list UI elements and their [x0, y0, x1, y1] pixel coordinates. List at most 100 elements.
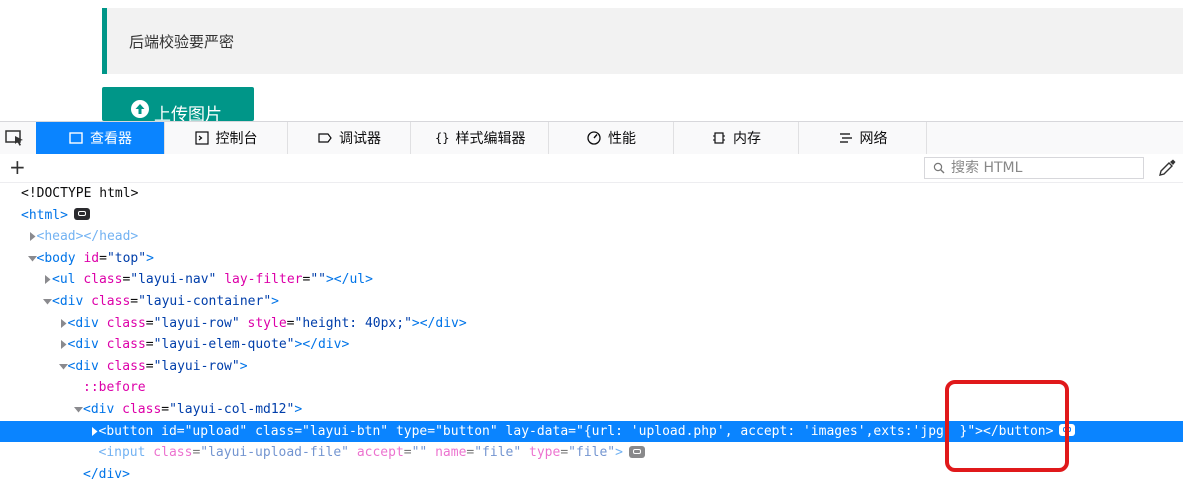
- node-markup: <button id="upload" class="layui-btn" ty…: [99, 421, 1076, 442]
- tree-node[interactable]: <div class="layui-elem-quote"></div>: [0, 334, 1183, 355]
- markup-val: "layui-upload-file": [200, 445, 349, 461]
- element-picker-icon[interactable]: [4, 128, 26, 148]
- markup-txt: =: [403, 445, 412, 461]
- markup-val: "layui-container": [138, 294, 272, 309]
- search-html-box[interactable]: [924, 157, 1144, 179]
- markup-attr: class: [83, 272, 123, 288]
- markup-txt: [349, 445, 357, 460]
- collapsed-triangle-icon[interactable]: [89, 421, 99, 442]
- markup-txt: =: [560, 445, 569, 461]
- tab-console[interactable]: 控制台: [164, 122, 287, 154]
- markup-val: "top": [106, 250, 147, 266]
- markup-txt: [521, 445, 529, 460]
- markup-txt: =: [145, 315, 154, 331]
- performance-icon: [586, 130, 602, 146]
- tab-label: 网络: [859, 131, 888, 147]
- markup-txt: [83, 294, 91, 309]
- expanded-triangle-icon[interactable]: [42, 291, 52, 312]
- expanded-triangle-icon[interactable]: [73, 399, 83, 420]
- style-editor-icon: {}: [434, 130, 450, 146]
- tab-inspector[interactable]: 查看器: [36, 122, 164, 154]
- tree-node[interactable]: <body id="top">: [0, 248, 1183, 269]
- event-badge-icon[interactable]: [73, 208, 90, 221]
- inspector-search-row: +: [0, 154, 1183, 183]
- markup-attr: class: [153, 445, 193, 461]
- markup-val: "": [310, 272, 326, 288]
- markup-txt: [240, 316, 248, 331]
- markup-val: "layui-btn": [302, 423, 389, 439]
- markup-val: "layui-row": [153, 315, 240, 331]
- markup-tag: </div>: [83, 466, 130, 482]
- markup-txt: <!DOCTYPE html>: [21, 186, 139, 201]
- collapsed-triangle-icon[interactable]: [27, 226, 37, 247]
- add-node-icon[interactable]: +: [9, 157, 26, 177]
- markup-txt: =: [427, 423, 436, 439]
- markup-txt: =: [145, 358, 154, 374]
- upload-image-button[interactable]: 上传图片: [102, 87, 254, 121]
- console-icon: [194, 130, 210, 146]
- markup-tag: <button: [98, 423, 154, 439]
- node-markup: <div class="layui-container">: [52, 291, 279, 312]
- node-markup: ::before: [83, 377, 146, 398]
- devtools-toolbar: 查看器 控制台 调试器 {} 样式编辑器 性能 内存 网络: [0, 121, 1183, 155]
- tab-memory[interactable]: 内存: [674, 122, 798, 154]
- memory-icon: [711, 130, 727, 146]
- tree-node[interactable]: <!DOCTYPE html>: [0, 183, 1183, 204]
- tab-label: 样式编辑器: [455, 131, 526, 147]
- tree-node[interactable]: <div class="layui-container">: [0, 291, 1183, 312]
- collapsed-triangle-icon[interactable]: [58, 313, 68, 334]
- search-html-input[interactable]: [951, 159, 1137, 177]
- tree-node[interactable]: <head></head>: [0, 226, 1183, 247]
- markup-tag: >: [146, 250, 154, 266]
- node-markup: <input class="layui-upload-file" accept=…: [99, 442, 645, 463]
- markup-attr: type: [395, 423, 428, 439]
- markup-tag: >: [615, 445, 623, 461]
- tab-debugger[interactable]: 调试器: [288, 122, 410, 154]
- tab-label: 内存: [733, 131, 761, 147]
- node-markup: <html>: [21, 205, 90, 226]
- tree-node[interactable]: <ul class="layui-nav" lay-filter=""></ul…: [0, 269, 1183, 290]
- node-markup: <head></head>: [37, 226, 139, 247]
- collapsed-triangle-icon[interactable]: [42, 269, 52, 290]
- markup-txt: =: [176, 423, 185, 439]
- tree-node[interactable]: <div class="layui-row">: [0, 356, 1183, 377]
- collapsed-triangle-icon[interactable]: [58, 334, 68, 355]
- upload-cloud-icon: [131, 100, 149, 118]
- markup-tag: >: [294, 402, 303, 417]
- node-markup: <body id="top">: [37, 248, 154, 269]
- eyedropper-icon[interactable]: [1157, 158, 1177, 178]
- markup-txt: [99, 337, 107, 352]
- markup-tag: <div: [52, 294, 84, 309]
- tab-network[interactable]: 网络: [799, 122, 926, 154]
- markup-attr: style: [247, 315, 287, 331]
- markup-txt: [247, 424, 255, 439]
- tab-performance[interactable]: 性能: [549, 122, 673, 154]
- markup-val: "{url: 'upload.php', accept: 'images',ex…: [576, 423, 976, 439]
- event-badge-icon[interactable]: [628, 445, 645, 458]
- markup-tag: <div: [67, 358, 99, 374]
- tab-label: 性能: [608, 131, 636, 147]
- markup-val: "layui-row": [153, 358, 240, 374]
- node-markup: <div class="layui-elem-quote"></div>: [68, 334, 350, 355]
- markup-txt: [427, 445, 435, 460]
- tree-node[interactable]: <html>: [0, 205, 1183, 226]
- svg-text:{}: {}: [435, 131, 449, 145]
- markup-tag: <div: [67, 337, 99, 353]
- expanded-triangle-icon[interactable]: [27, 248, 37, 269]
- markup-tag: >: [271, 294, 279, 309]
- markup-tag: ></div>: [411, 315, 467, 331]
- markup-attr: lay-data: [505, 423, 569, 439]
- debugger-icon: [317, 130, 333, 146]
- markup-txt: [498, 424, 506, 439]
- markup-attr: class: [106, 358, 146, 374]
- node-markup: <div class="layui-row">: [68, 356, 248, 377]
- tab-style-editor[interactable]: {} 样式编辑器: [411, 122, 548, 154]
- markup-txt: =: [130, 294, 139, 309]
- tree-node[interactable]: <div class="layui-row" style="height: 40…: [0, 313, 1183, 334]
- markup-txt: [388, 424, 396, 439]
- node-markup: <!DOCTYPE html>: [21, 183, 138, 204]
- tab-label: 调试器: [339, 131, 381, 147]
- markup-attr: name: [435, 445, 467, 461]
- markup-attr: type: [529, 445, 561, 461]
- expanded-triangle-icon[interactable]: [58, 356, 68, 377]
